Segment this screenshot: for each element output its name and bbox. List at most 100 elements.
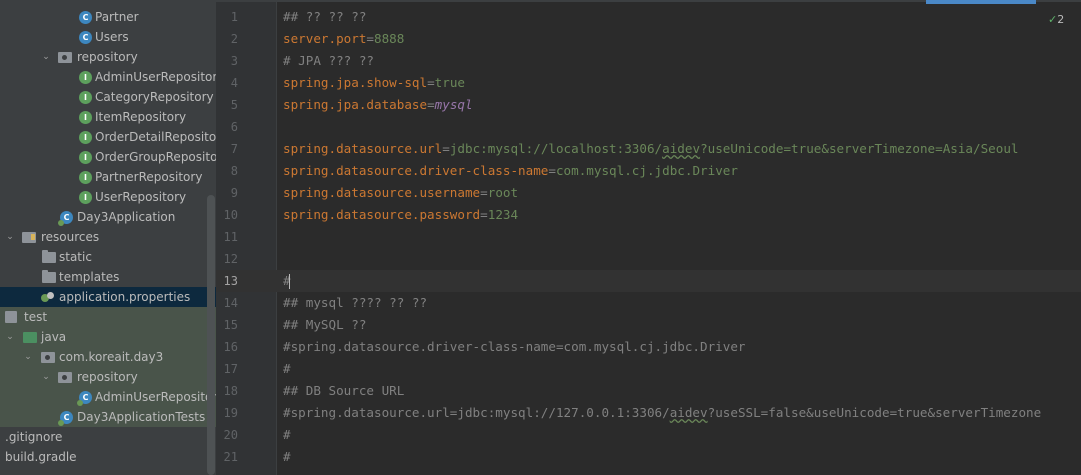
code-line[interactable]: spring.datasource.password=1234 xyxy=(283,204,518,226)
tree-item-resources[interactable]: ⌄ resources xyxy=(0,227,216,247)
tree-item-label: repository xyxy=(77,50,138,64)
package-icon xyxy=(41,352,55,363)
tree-item-users[interactable]: C Users xyxy=(0,27,216,47)
tree-item-partnerrepository[interactable]: I PartnerRepository xyxy=(0,167,216,187)
tree-item-label: ItemRepository xyxy=(95,110,187,124)
interface-icon: I xyxy=(79,111,92,124)
tree-item-label: com.koreait.day3 xyxy=(59,350,164,364)
interface-icon: I xyxy=(79,151,92,164)
expand-chevron-icon[interactable]: ⌄ xyxy=(22,347,34,367)
tree-item-label: AdminUserRepository xyxy=(95,70,216,84)
code-line[interactable]: ## ?? ?? ?? xyxy=(283,6,366,28)
line-number: 14 xyxy=(223,296,238,310)
code-line[interactable]: spring.jpa.database=mysql xyxy=(283,94,473,116)
tree-item-label: .gitignore xyxy=(5,430,63,444)
code-line[interactable]: spring.datasource.driver-class-name=com.… xyxy=(283,160,738,182)
property-value: true xyxy=(434,75,465,90)
property-value: 1234 xyxy=(487,207,519,222)
tree-item-label: repository xyxy=(77,370,138,384)
class-icon: C xyxy=(79,11,92,24)
equals-sign: = xyxy=(480,185,488,200)
tree-item-categoryrepository[interactable]: I CategoryRepository xyxy=(0,87,216,107)
tree-item-label: java xyxy=(41,330,67,344)
tree-item-label: AdminUserRepositoryT xyxy=(95,390,216,404)
tree-item-repository[interactable]: ⌄ repository xyxy=(0,367,216,387)
expand-chevron-icon[interactable]: ⌄ xyxy=(4,227,16,247)
code-line[interactable]: # xyxy=(283,424,291,446)
source-folder-icon xyxy=(23,332,37,343)
expand-chevron-icon[interactable]: ⌄ xyxy=(40,367,52,387)
code-line[interactable]: ## DB Source URL xyxy=(283,380,404,402)
expand-chevron-icon[interactable]: ⌄ xyxy=(40,47,52,67)
code-line[interactable]: spring.datasource.username=root xyxy=(283,182,518,204)
tree-scrollbar[interactable] xyxy=(207,195,215,475)
inspection-widget[interactable]: ✓2 xyxy=(1048,13,1064,26)
tree-item-label: application.properties xyxy=(59,290,191,304)
current-line-highlight xyxy=(216,270,1081,292)
equals-sign: = xyxy=(480,207,488,222)
line-number: 3 xyxy=(230,54,238,68)
line-number: 13 xyxy=(223,274,238,288)
code-line[interactable]: #spring.datasource.driver-class-name=com… xyxy=(283,336,746,358)
interface-icon: I xyxy=(79,171,92,184)
comment-text: ## mysql ???? ?? ?? xyxy=(283,295,428,310)
tree-item-templates[interactable]: templates xyxy=(0,267,216,287)
line-number: 11 xyxy=(223,230,238,244)
tree-item-application-properties[interactable]: application.properties xyxy=(0,287,216,307)
code-line[interactable]: ## mysql ???? ?? ?? xyxy=(283,292,427,314)
comment-text: ## DB Source URL xyxy=(283,383,405,398)
code-line[interactable]: server.port=8888 xyxy=(283,28,404,50)
line-number: 15 xyxy=(223,318,238,332)
property-value-typo: aidev xyxy=(662,141,701,156)
tree-item-adminuserrepositoryt[interactable]: CAdminUserRepositoryT xyxy=(0,387,216,407)
tree-item-day3application[interactable]: C Day3Application xyxy=(0,207,216,227)
tree-item-repository[interactable]: ⌄ repository xyxy=(0,47,216,67)
comment-text: ## ?? ?? ?? xyxy=(283,9,367,24)
property-key: spring.datasource.url xyxy=(283,141,443,156)
property-value: 8888 xyxy=(374,31,405,46)
property-key: spring.jpa.database xyxy=(283,97,428,112)
property-value: root xyxy=(487,185,519,200)
tree-item-label: PartnerRepository xyxy=(95,170,203,184)
property-value: mysql xyxy=(434,97,473,112)
line-number: 8 xyxy=(230,164,238,178)
tree-item-label: Users xyxy=(95,30,129,44)
interface-icon: I xyxy=(79,191,92,204)
code-line[interactable]: #spring.datasource.url=jdbc:mysql://127.… xyxy=(283,402,1041,424)
line-number: 1 xyxy=(230,10,238,24)
tree-item-test[interactable]: test xyxy=(0,307,216,327)
folder-icon xyxy=(42,250,56,263)
code-line[interactable]: # xyxy=(283,358,291,380)
code-line[interactable]: # JPA ??? ?? xyxy=(283,50,374,72)
tree-item-orderdetailrepository[interactable]: I OrderDetailRepository xyxy=(0,127,216,147)
code-line[interactable]: ## MySQL ?? xyxy=(283,314,366,336)
line-number: 9 xyxy=(230,186,238,200)
tree-item-gitignore[interactable]: .gitignore xyxy=(0,427,216,447)
tree-item-itemrepository[interactable]: I ItemRepository xyxy=(0,107,216,127)
property-value: jdbc:mysql://localhost:3306/ xyxy=(449,141,663,156)
tree-item-adminuserrepository[interactable]: I AdminUserRepository xyxy=(0,67,216,87)
tree-item-partner[interactable]: C Partner xyxy=(0,7,216,27)
tree-item-day3applicationtests[interactable]: C Day3ApplicationTests xyxy=(0,407,216,427)
tree-item-static[interactable]: static xyxy=(0,247,216,267)
line-number: 19 xyxy=(223,406,238,420)
property-key: spring.datasource.username xyxy=(283,185,481,200)
tree-item-label: templates xyxy=(59,270,120,284)
line-number: 10 xyxy=(223,208,238,222)
tree-item-java[interactable]: ⌄ java xyxy=(0,327,216,347)
interface-icon: I xyxy=(79,91,92,104)
project-tree-panel[interactable]: C Partner C Users ⌄ repository I AdminUserRepos… xyxy=(0,0,216,475)
line-number: 5 xyxy=(230,98,238,112)
tree-item-ordergrouprepository[interactable]: IOrderGroupRepository xyxy=(0,147,216,167)
spring-boot-class-icon: C xyxy=(77,391,92,406)
code-line[interactable]: # xyxy=(283,446,291,468)
tree-item-label: Day3Application xyxy=(77,210,176,224)
interface-icon: I xyxy=(79,131,92,144)
tree-item-build-gradle[interactable]: build.gradle xyxy=(0,447,216,467)
comment-typo: aidev xyxy=(669,405,708,420)
code-line[interactable]: spring.jpa.show-sql=true xyxy=(283,72,465,94)
tree-item-userrepository[interactable]: I UserRepository xyxy=(0,187,216,207)
code-line[interactable]: spring.datasource.url=jdbc:mysql://local… xyxy=(283,138,1019,160)
expand-chevron-icon[interactable]: ⌄ xyxy=(4,327,16,347)
tree-item-com-koreait-day3[interactable]: ⌄ com.koreait.day3 xyxy=(0,347,216,367)
